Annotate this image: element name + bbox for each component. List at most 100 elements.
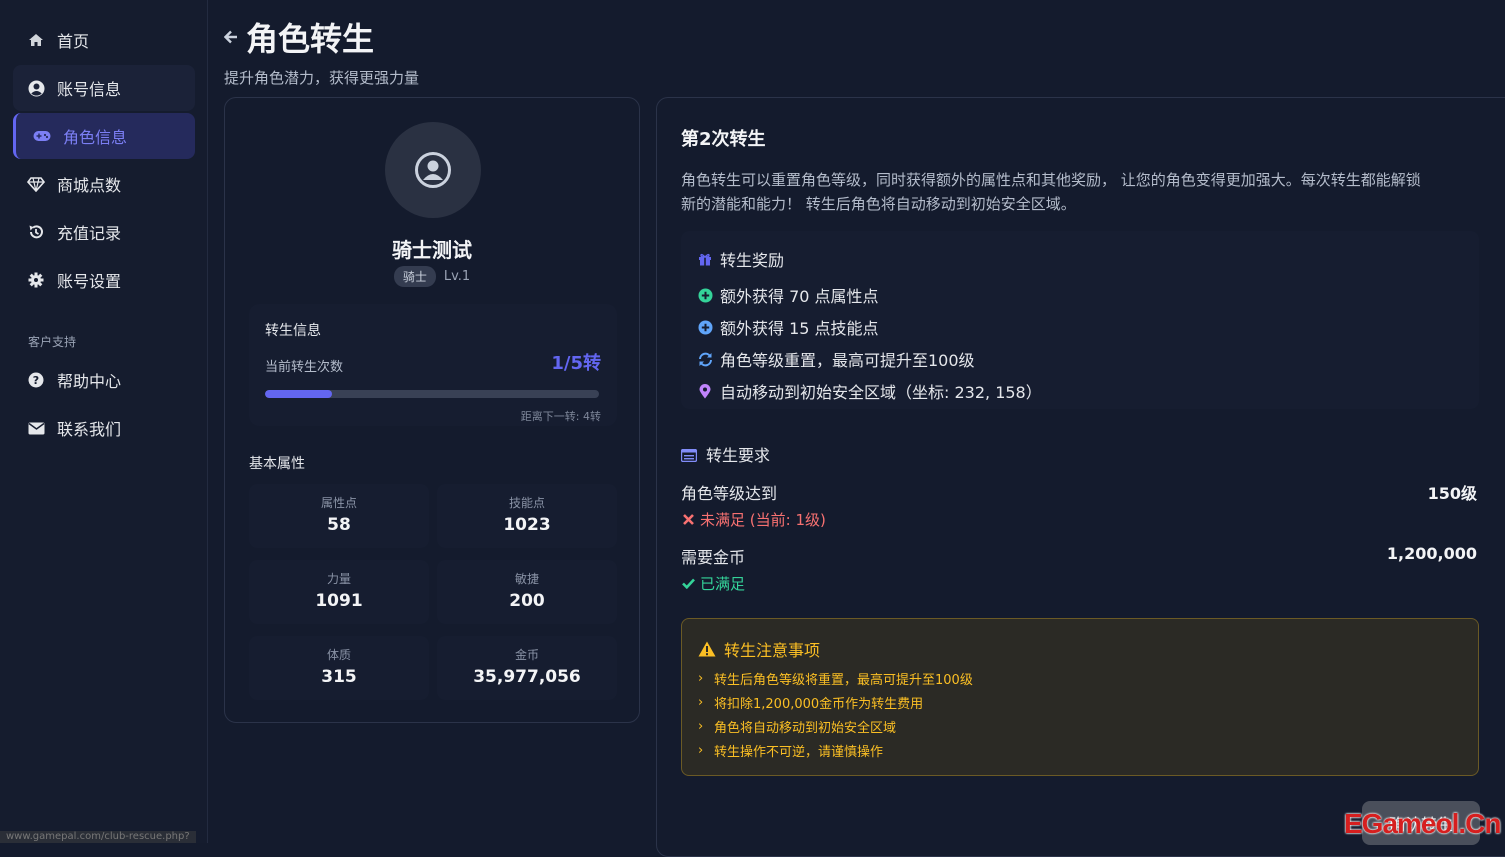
attribute-skill-points: 技能点 1023 [437, 484, 617, 548]
watermark-logo: EGameol.Cn [1344, 808, 1501, 839]
notice-panel: 转生注意事项 › 转生后角色等级将重置，最高可提升至100级 › 将扣除1,20… [681, 618, 1479, 776]
requirement-label: 需要金币 [681, 548, 746, 567]
chevron-right-icon: › [698, 695, 704, 710]
sidebar-item-account-settings[interactable]: 账号设置 [13, 257, 195, 303]
attribute-constitution: 体质 315 [249, 636, 429, 700]
rebirth-description: 角色转生可以重置角色等级，同时获得额外的属性点和其他奖励， 让您的角色变得更加强… [681, 168, 1481, 216]
map-pin-icon [697, 383, 713, 399]
requirement-status-unmet: 未满足 (当前: 1级) [681, 509, 826, 530]
sidebar-item-label: 账号设置 [57, 272, 122, 291]
attribute-agility: 敏捷 200 [437, 560, 617, 624]
rebirth-info-panel: 转生信息 当前转生次数 1/5转 距离下一转: 4转 [249, 304, 617, 426]
requirement-status-text: 未满足 (当前: 1级) [700, 511, 826, 529]
reward-item: 额外获得 15 点技能点 [697, 315, 879, 339]
attribute-label: 体质 [326, 648, 351, 662]
attribute-value: 200 [509, 591, 545, 611]
attribute-value: 315 [321, 667, 357, 687]
sidebar-item-help-center[interactable]: ? 帮助中心 [13, 357, 195, 403]
attribute-label: 技能点 [508, 496, 545, 510]
sidebar-item-label: 充值记录 [57, 224, 122, 243]
notice-text: 角色将自动移动到初始安全区域 [714, 721, 897, 736]
plus-circle-icon [697, 287, 713, 303]
requirement-value: 1,200,000 [1386, 544, 1477, 563]
gift-icon [697, 251, 713, 267]
character-meta: 骑士 Lv.1 [225, 266, 639, 287]
rebirth-description-line: 角色转生可以重置角色等级，同时获得额外的属性点和其他奖励， 让您的角色变得更加强… [681, 171, 1421, 189]
rebirth-title: 第2次转生 [681, 129, 766, 150]
warning-icon [698, 641, 716, 657]
history-icon [27, 223, 45, 241]
requirement-value: 150级 [1427, 484, 1477, 503]
user-circle-icon [415, 152, 451, 188]
check-icon [681, 577, 695, 591]
reward-text: 额外获得 70 点属性点 [720, 287, 879, 306]
attribute-label: 金币 [514, 648, 539, 662]
chevron-right-icon: › [698, 719, 704, 734]
reward-item: 自动移动到初始安全区域（坐标: 232, 158） [697, 379, 1042, 403]
requirements-title: 转生要求 [680, 442, 771, 466]
attribute-value: 1091 [315, 591, 363, 611]
rebirth-next-text: 距离下一转: 4转 [520, 410, 601, 423]
rebirth-count-value: 1/5转 [551, 353, 601, 374]
page-title: 角色转生 [246, 20, 375, 58]
attribute-label: 敏捷 [514, 572, 539, 586]
rebirth-description-line: 新的潜能和能力！ 转生后角色将自动移动到初始安全区域。 [681, 195, 1076, 213]
sidebar-item-label: 联系我们 [57, 420, 122, 439]
rebirth-progress-bar [265, 390, 599, 398]
sidebar: 首页 账号信息 角色信息 商城点数 充值记录 账号设置 客户支持 ? 帮助中心 … [0, 0, 208, 843]
refresh-icon [697, 351, 713, 367]
home-icon [27, 31, 45, 49]
gear-icon [27, 271, 45, 289]
sidebar-item-contact-us[interactable]: 联系我们 [13, 405, 195, 451]
back-arrow-icon[interactable] [224, 30, 238, 44]
notice-text: 转生操作不可逆，请谨慎操作 [714, 745, 884, 760]
rewards-title: 转生奖励 [697, 247, 784, 271]
attribute-label: 属性点 [320, 496, 357, 510]
reward-text: 自动移动到初始安全区域（坐标: 232, 158） [720, 383, 1042, 402]
attribute-label: 力量 [326, 572, 351, 586]
notice-item: › 将扣除1,200,000金币作为转生费用 [698, 693, 923, 712]
chevron-right-icon: › [698, 671, 704, 686]
sidebar-item-home[interactable]: 首页 [13, 17, 195, 63]
rebirth-progress-fill [265, 390, 332, 398]
sidebar-item-label: 首页 [57, 32, 90, 51]
sidebar-item-recharge-history[interactable]: 充值记录 [13, 209, 195, 255]
reward-item: 角色等级重置，最高可提升至100级 [697, 347, 975, 371]
gamepad-icon [33, 127, 51, 145]
requirements-title-text: 转生要求 [706, 446, 771, 465]
attributes-title: 基本属性 [249, 456, 305, 472]
attribute-value: 1023 [503, 515, 551, 535]
attribute-gold: 金币 35,977,056 [437, 636, 617, 700]
notice-text: 将扣除1,200,000金币作为转生费用 [714, 697, 924, 712]
sidebar-item-label: 账号信息 [57, 80, 122, 99]
attribute-stat-points: 属性点 58 [249, 484, 429, 548]
rebirth-info-title: 转生信息 [265, 323, 321, 339]
notice-title: 转生注意事项 [698, 637, 820, 661]
character-level: Lv.1 [443, 269, 471, 284]
x-icon [681, 513, 695, 527]
character-card: 骑士测试 骑士 Lv.1 转生信息 当前转生次数 1/5转 距离下一转: 4转 … [224, 97, 640, 723]
list-icon [680, 447, 698, 463]
page-header: 角色转生 [224, 14, 374, 60]
character-name: 骑士测试 [392, 238, 472, 262]
sidebar-item-account[interactable]: 账号信息 [13, 65, 195, 111]
status-bar-url: www.gamepal.com/club-rescue.php? [0, 831, 196, 843]
requirement-label: 角色等级达到 [681, 484, 778, 503]
chevron-right-icon: › [698, 743, 704, 758]
rewards-title-text: 转生奖励 [720, 251, 785, 270]
sidebar-item-character[interactable]: 角色信息 [13, 113, 195, 159]
reward-item: 额外获得 70 点属性点 [697, 283, 879, 307]
question-circle-icon: ? [27, 371, 45, 389]
notice-title-text: 转生注意事项 [724, 641, 821, 660]
sidebar-item-shop-points[interactable]: 商城点数 [13, 161, 195, 207]
svg-text:?: ? [33, 374, 39, 387]
reward-text: 额外获得 15 点技能点 [720, 319, 879, 338]
page-subtitle: 提升角色潜力，获得更强力量 [224, 69, 420, 87]
avatar [385, 122, 481, 218]
attribute-strength: 力量 1091 [249, 560, 429, 624]
rewards-panel: 转生奖励 额外获得 70 点属性点 额外获得 15 点技能点 角色等级重置，最高… [681, 231, 1479, 409]
notice-item: › 角色将自动移动到初始安全区域 [698, 717, 896, 736]
envelope-icon [27, 419, 45, 437]
attribute-value: 35,977,056 [473, 667, 581, 687]
class-badge: 骑士 [393, 266, 436, 287]
